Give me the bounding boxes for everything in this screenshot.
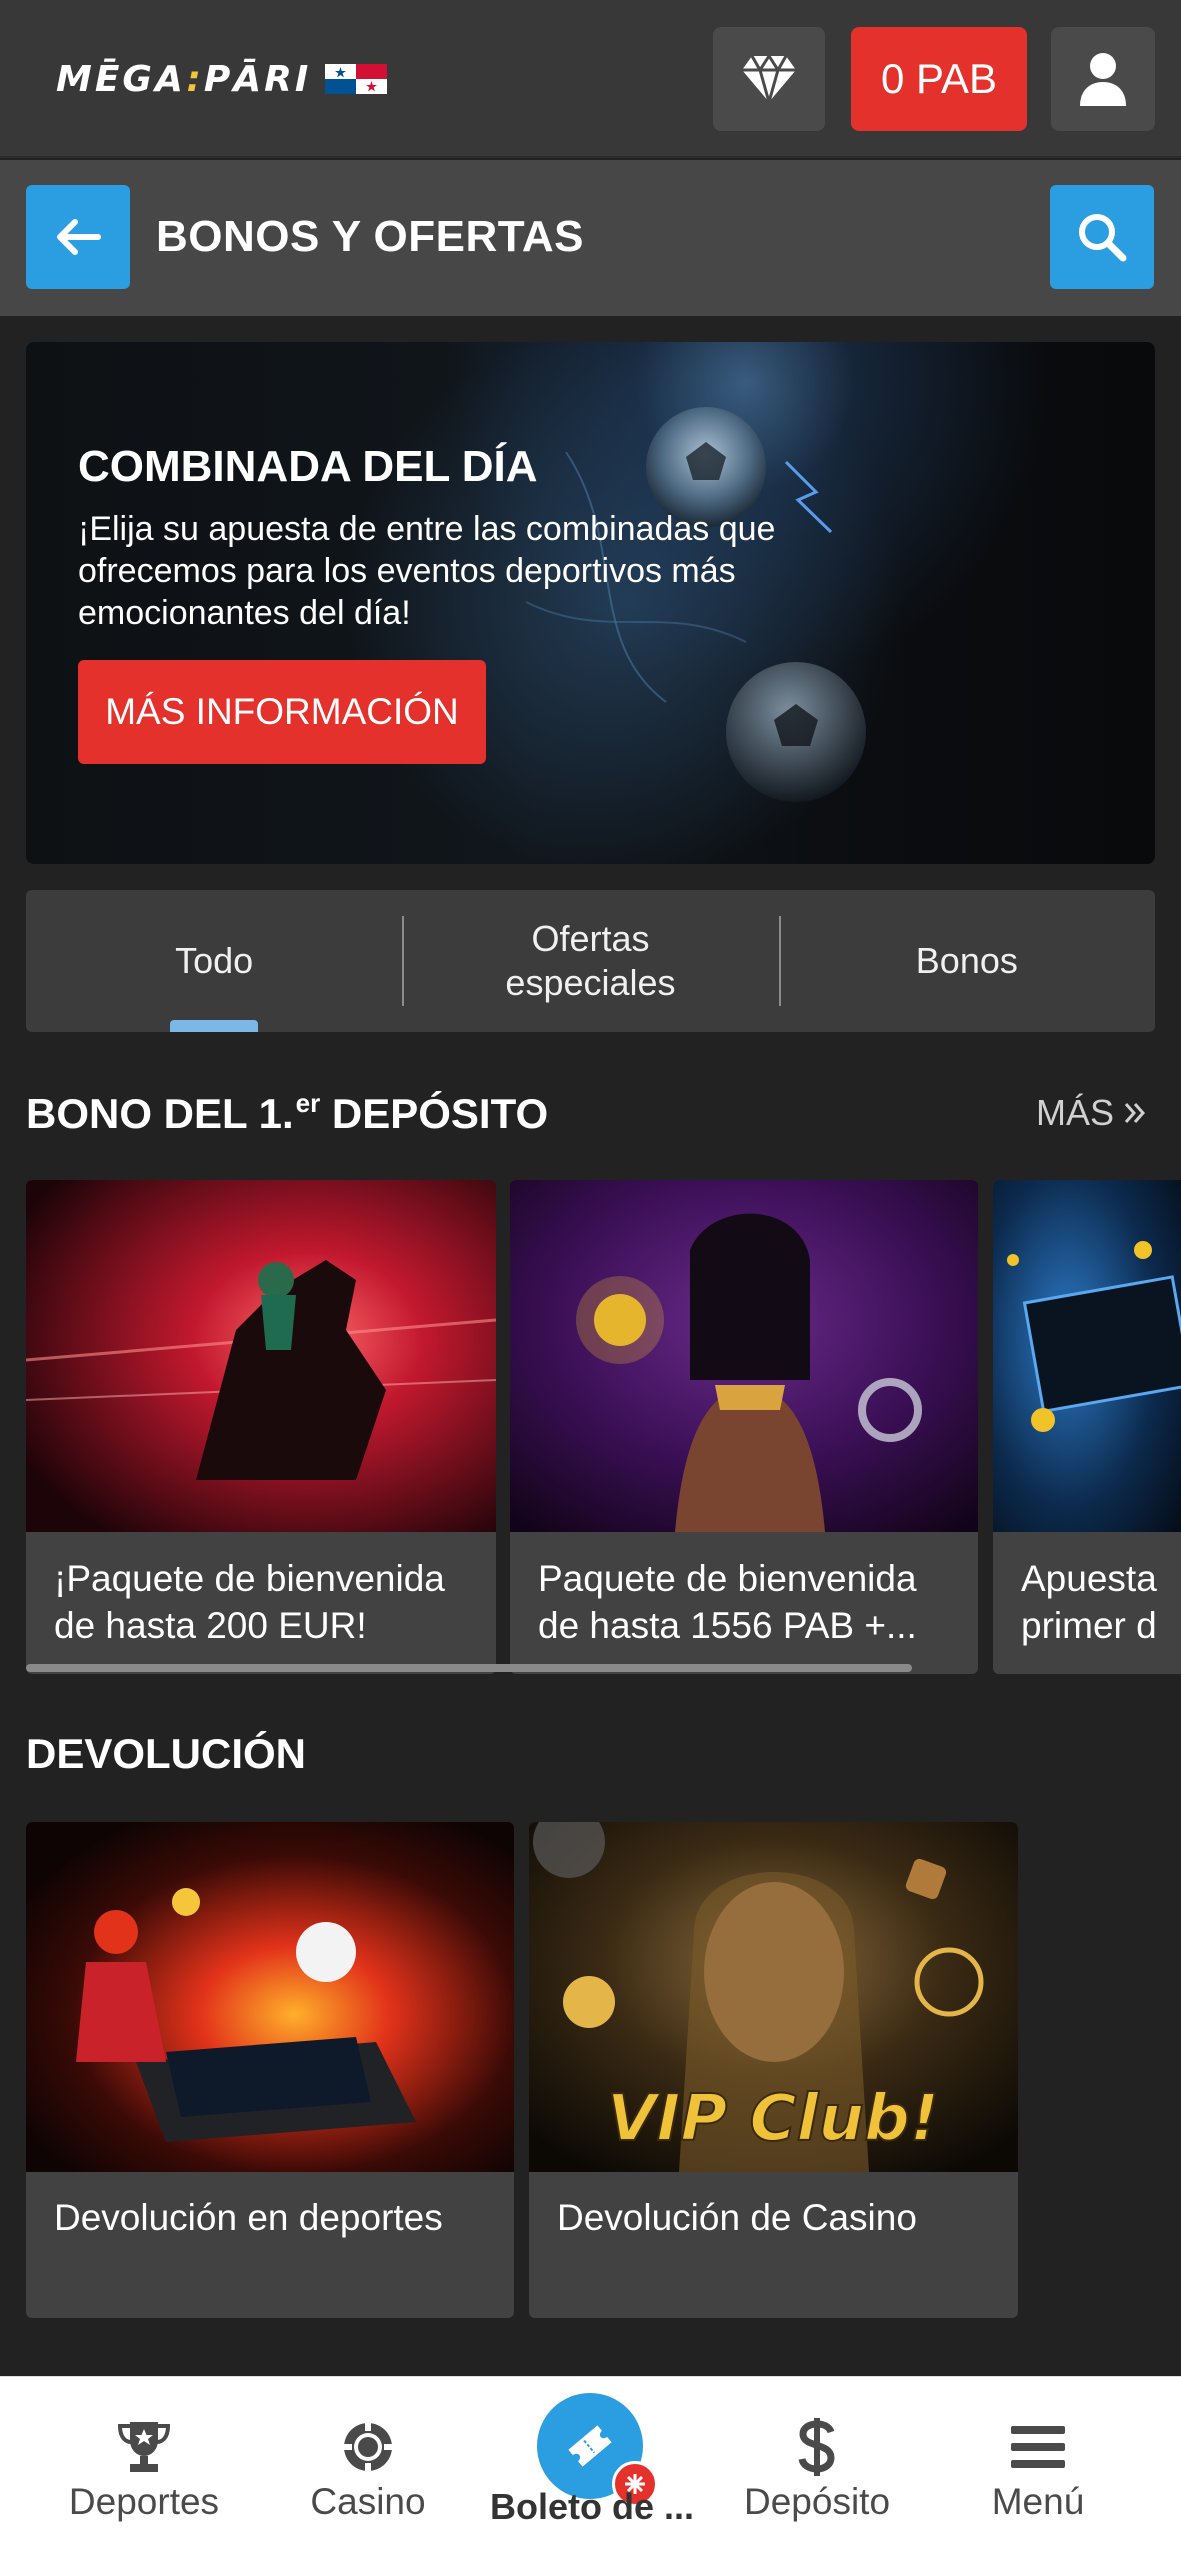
page-title: BONOS Y OFERTAS [156, 212, 585, 261]
card-title-line-2: de hasta 1556 PAB +... [538, 1605, 917, 1646]
nav-casino[interactable]: Casino [278, 2377, 458, 2560]
promo-title: COMBINADA DEL DÍA [78, 442, 538, 491]
nav-sports[interactable]: Deportes [58, 2377, 230, 2560]
card-title-line-2: primer d [1021, 1605, 1157, 1646]
active-tab-indicator [170, 1020, 258, 1032]
carousel-scrollbar[interactable] [26, 1664, 912, 1672]
tab-special-offers[interactable]: Ofertas especiales [402, 890, 778, 1032]
section-title-first-deposit: BONO DEL 1.er DEPÓSITO [26, 1088, 549, 1137]
tab-bonuses[interactable]: Bonos [778, 890, 1155, 1032]
refund-card-sports[interactable]: Devolución en deportes [26, 1822, 514, 2318]
cleopatra-casino-image [510, 1180, 978, 1532]
bonus-card-cleopatra[interactable]: Paquete de bienvenida de hasta 1556 PAB … [510, 1180, 978, 1674]
vip-club-text: VIP Club! [607, 2082, 939, 2156]
casino-chip-icon [344, 2423, 392, 2471]
user-icon [1080, 53, 1126, 106]
trophy-icon [117, 2422, 171, 2472]
back-button[interactable] [26, 185, 130, 289]
card-title-line-1: Apuesta [1021, 1558, 1157, 1599]
bonus-card-partial[interactable]: Apuesta primer d [993, 1180, 1181, 1674]
card-title-line-1: ¡Paquete de bienvenida [54, 1558, 445, 1599]
page: MĒGA:PĀRI 0 PAB BONOS Y OFERTAS COMBINAD… [0, 0, 1181, 2560]
search-button[interactable] [1050, 185, 1154, 289]
more-info-button[interactable]: MÁS INFORMACIÓN [78, 660, 486, 764]
refund-card-label: Devolución de Casino [557, 2197, 917, 2238]
bottom-navigation: Deportes Casino Depósito Menú [0, 2376, 1181, 2560]
account-button[interactable] [1051, 27, 1155, 131]
hamburger-menu-icon [1011, 2426, 1065, 2468]
arrow-left-icon [57, 219, 101, 255]
sports-refund-image [26, 1822, 514, 2172]
refund-card-casino[interactable]: VIP Club! Devolución de Casino [529, 1822, 1018, 2318]
diamond-icon [742, 54, 796, 104]
more-link[interactable]: MÁS [1036, 1092, 1148, 1134]
logo-text: MĒGA:PĀRI [56, 58, 312, 100]
bonus-card-horse-racing[interactable]: ¡Paquete de bienvenida de hasta 200 EUR! [26, 1180, 496, 1674]
bet-slip-label: Boleto de ... [489, 2486, 694, 2527]
promo-description: ¡Elija su apuesta de entre las combinada… [78, 510, 776, 632]
top-header: MĒGA:PĀRI 0 PAB [0, 0, 1181, 158]
card-title-line-2: de hasta 200 EUR! [54, 1605, 367, 1646]
dollar-icon [798, 2418, 835, 2476]
balance-button[interactable]: 0 PAB [851, 27, 1027, 131]
promo-banner[interactable]: COMBINADA DEL DÍA ¡Elija su apuesta de e… [26, 342, 1155, 864]
sports-laptop-image [993, 1180, 1181, 1532]
card-title-line-1: Paquete de bienvenida [538, 1558, 917, 1599]
ticket-icon [568, 2425, 612, 2467]
search-icon [1079, 214, 1127, 262]
tab-all[interactable]: Todo [26, 890, 402, 1032]
section-title-refund: DEVOLUCIÓN [26, 1730, 307, 1777]
panama-flag-icon [325, 64, 388, 94]
vip-club-image: VIP Club! [529, 1822, 1018, 2172]
offers-tabs: Todo Ofertas especiales Bonos [26, 890, 1155, 1032]
refund-card-label: Devolución en deportes [54, 2197, 443, 2238]
nav-deposit[interactable]: Depósito [722, 2377, 912, 2560]
nav-menu[interactable]: Menú [958, 2377, 1118, 2560]
horse-racing-image [26, 1180, 496, 1532]
vip-button[interactable] [713, 27, 825, 131]
page-header: BONOS Y OFERTAS [0, 160, 1181, 316]
brand-logo[interactable]: MĒGA:PĀRI [56, 56, 388, 102]
double-chevron-right-icon [1124, 1103, 1146, 1123]
